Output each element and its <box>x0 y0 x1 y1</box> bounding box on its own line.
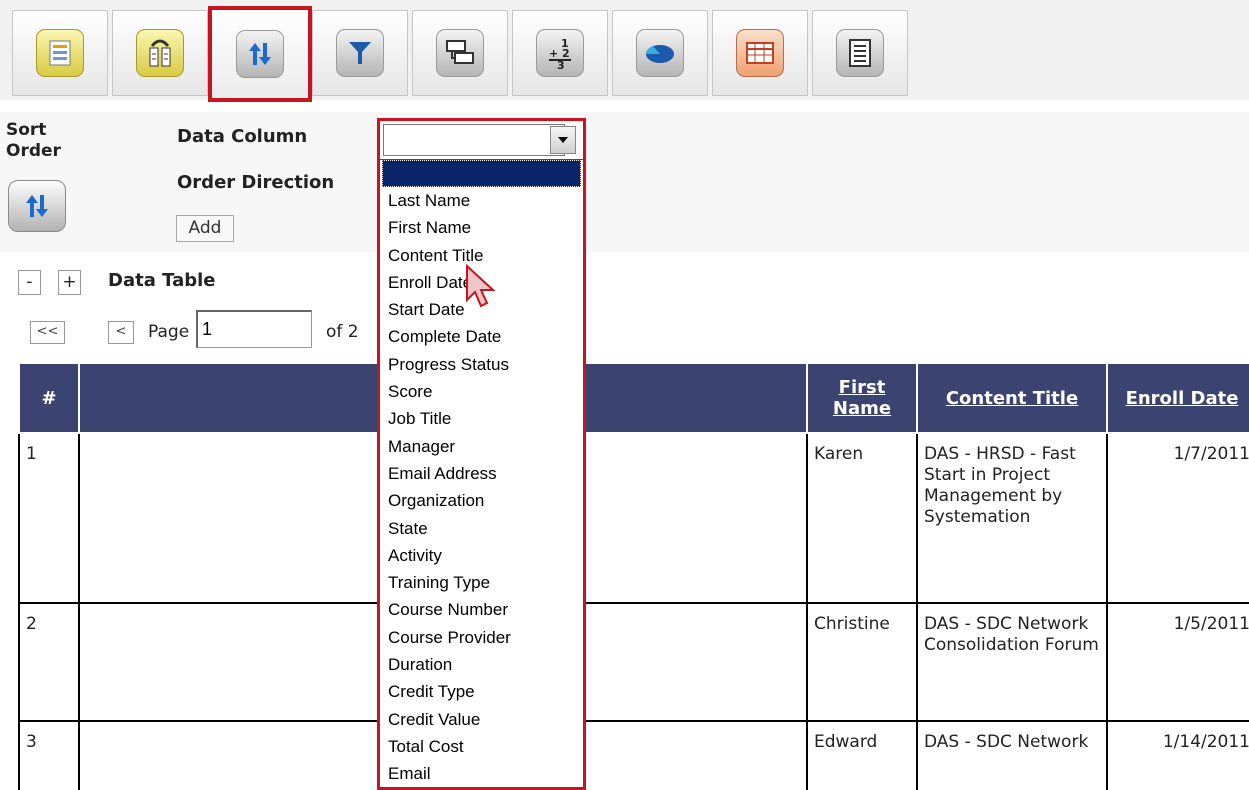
dropdown-option[interactable]: Activity <box>380 542 583 569</box>
summary-button[interactable] <box>812 10 908 96</box>
order-direction-label: Order Direction <box>177 172 335 193</box>
dropdown-option[interactable]: Complete Date <box>380 323 583 350</box>
content-title-cell: DAS - SDC Network <box>916 720 1108 790</box>
prev-page-button[interactable]: < <box>108 321 134 344</box>
dropdown-option[interactable]: Job Title <box>380 405 583 432</box>
results-table: # First Name Content Title Enroll Date 1… <box>18 362 1249 790</box>
table-icon <box>736 29 784 77</box>
dropdown-option[interactable]: Credit Type <box>380 678 583 705</box>
dropdown-option[interactable]: Organization <box>380 487 583 514</box>
layout-button[interactable] <box>412 10 508 96</box>
row-number: 1 <box>18 432 80 604</box>
sort-order-icon <box>236 30 284 78</box>
select-report-icon <box>36 29 84 77</box>
first-page-button[interactable]: << <box>30 321 65 344</box>
table-row: 2 Christine DAS - SDC Network Consolidat… <box>18 602 1249 722</box>
sort-by-enroll-date-link[interactable]: Enroll Date <box>1126 388 1239 409</box>
data-column-select-value[interactable] <box>383 124 565 156</box>
row-number: 2 <box>18 602 80 722</box>
dropdown-option[interactable]: Course Provider <box>380 624 583 651</box>
sort-by-first-name-link[interactable]: First Name <box>833 377 891 419</box>
svg-text:3: 3 <box>557 59 565 70</box>
groups-button[interactable] <box>112 10 208 96</box>
row-number: 3 <box>18 720 80 790</box>
numbering-button[interactable]: 1 + 23 <box>512 10 608 96</box>
dropdown-option[interactable]: Total Cost <box>380 733 583 760</box>
add-button[interactable]: Add <box>176 215 234 242</box>
sort-order-panel-icon <box>8 180 66 232</box>
first-name-cell: Edward <box>806 720 918 790</box>
report-toolbar: 1 + 23 <box>0 0 1249 102</box>
collapse-button[interactable]: - <box>18 270 41 295</box>
select-report-button[interactable] <box>12 10 108 96</box>
first-name-cell: Karen <box>806 432 918 604</box>
dropdown-option[interactable]: State <box>380 515 583 542</box>
dropdown-option[interactable]: Course Number <box>380 596 583 623</box>
data-table-title: Data Table <box>108 270 216 291</box>
sort-by-content-title-link[interactable]: Content Title <box>946 388 1078 409</box>
dropdown-option[interactable]: Credit Value <box>380 706 583 733</box>
dropdown-option[interactable]: Training Type <box>380 569 583 596</box>
groups-icon <box>136 29 184 77</box>
column-header-number: # <box>18 362 80 434</box>
numbering-icon: 1 + 23 <box>536 29 584 77</box>
chart-icon <box>636 29 684 77</box>
table-header-row: # First Name Content Title Enroll Date <box>18 362 1249 434</box>
page-number-input[interactable] <box>196 310 312 348</box>
page-count-label: of 2 <box>326 322 359 342</box>
data-column-label: Data Column <box>177 126 308 147</box>
filter-button[interactable] <box>312 10 408 96</box>
content-title-cell: DAS - HRSD - Fast Start in Project Manag… <box>916 432 1108 604</box>
sort-order-title: Sort Order <box>6 120 61 161</box>
enroll-date-cell: 1/14/2011 <box>1106 720 1249 790</box>
dropdown-option[interactable]: Duration <box>380 651 583 678</box>
data-grid: # First Name Content Title Enroll Date 1… <box>18 362 1249 790</box>
table-row: 1 Karen DAS - HRSD - Fast Start in Proje… <box>18 432 1249 604</box>
table-button[interactable] <box>712 10 808 96</box>
dropdown-arrow-icon[interactable] <box>550 126 576 154</box>
enroll-date-cell: 1/7/2011 <box>1106 432 1249 604</box>
content-title-cell: DAS - SDC Network Consolidation Forum <box>916 602 1108 722</box>
dropdown-option[interactable]: Progress Status <box>380 351 583 378</box>
column-header-content-title[interactable]: Content Title <box>916 362 1108 434</box>
column-header-enroll-date[interactable]: Enroll Date <box>1106 362 1249 434</box>
enroll-date-cell: 1/5/2011 <box>1106 602 1249 722</box>
table-row: 3 Edward DAS - SDC Network 1/14/2011 <box>18 720 1249 790</box>
dropdown-option[interactable]: Email Address <box>380 460 583 487</box>
layout-icon <box>436 29 484 77</box>
dropdown-option[interactable]: Manager <box>380 433 583 460</box>
dropdown-option[interactable]: Score <box>380 378 583 405</box>
mouse-cursor-icon <box>466 264 496 308</box>
dropdown-option-blank[interactable] <box>382 160 581 187</box>
column-header-first-name[interactable]: First Name <box>806 362 918 434</box>
page-label: Page <box>148 322 190 342</box>
dropdown-option[interactable]: First Name <box>380 214 583 241</box>
dropdown-option[interactable]: Email <box>380 760 583 787</box>
data-column-select[interactable] <box>377 118 586 162</box>
first-name-cell: Christine <box>806 602 918 722</box>
summary-icon <box>836 29 884 77</box>
data-column-options: Last Name First Name Content Title Enroll D… <box>377 160 586 790</box>
sort-order-button[interactable] <box>208 6 312 102</box>
dropdown-option[interactable]: Last Name <box>380 187 583 214</box>
expand-button[interactable]: + <box>58 270 81 295</box>
filter-icon <box>336 29 384 77</box>
chart-button[interactable] <box>612 10 708 96</box>
